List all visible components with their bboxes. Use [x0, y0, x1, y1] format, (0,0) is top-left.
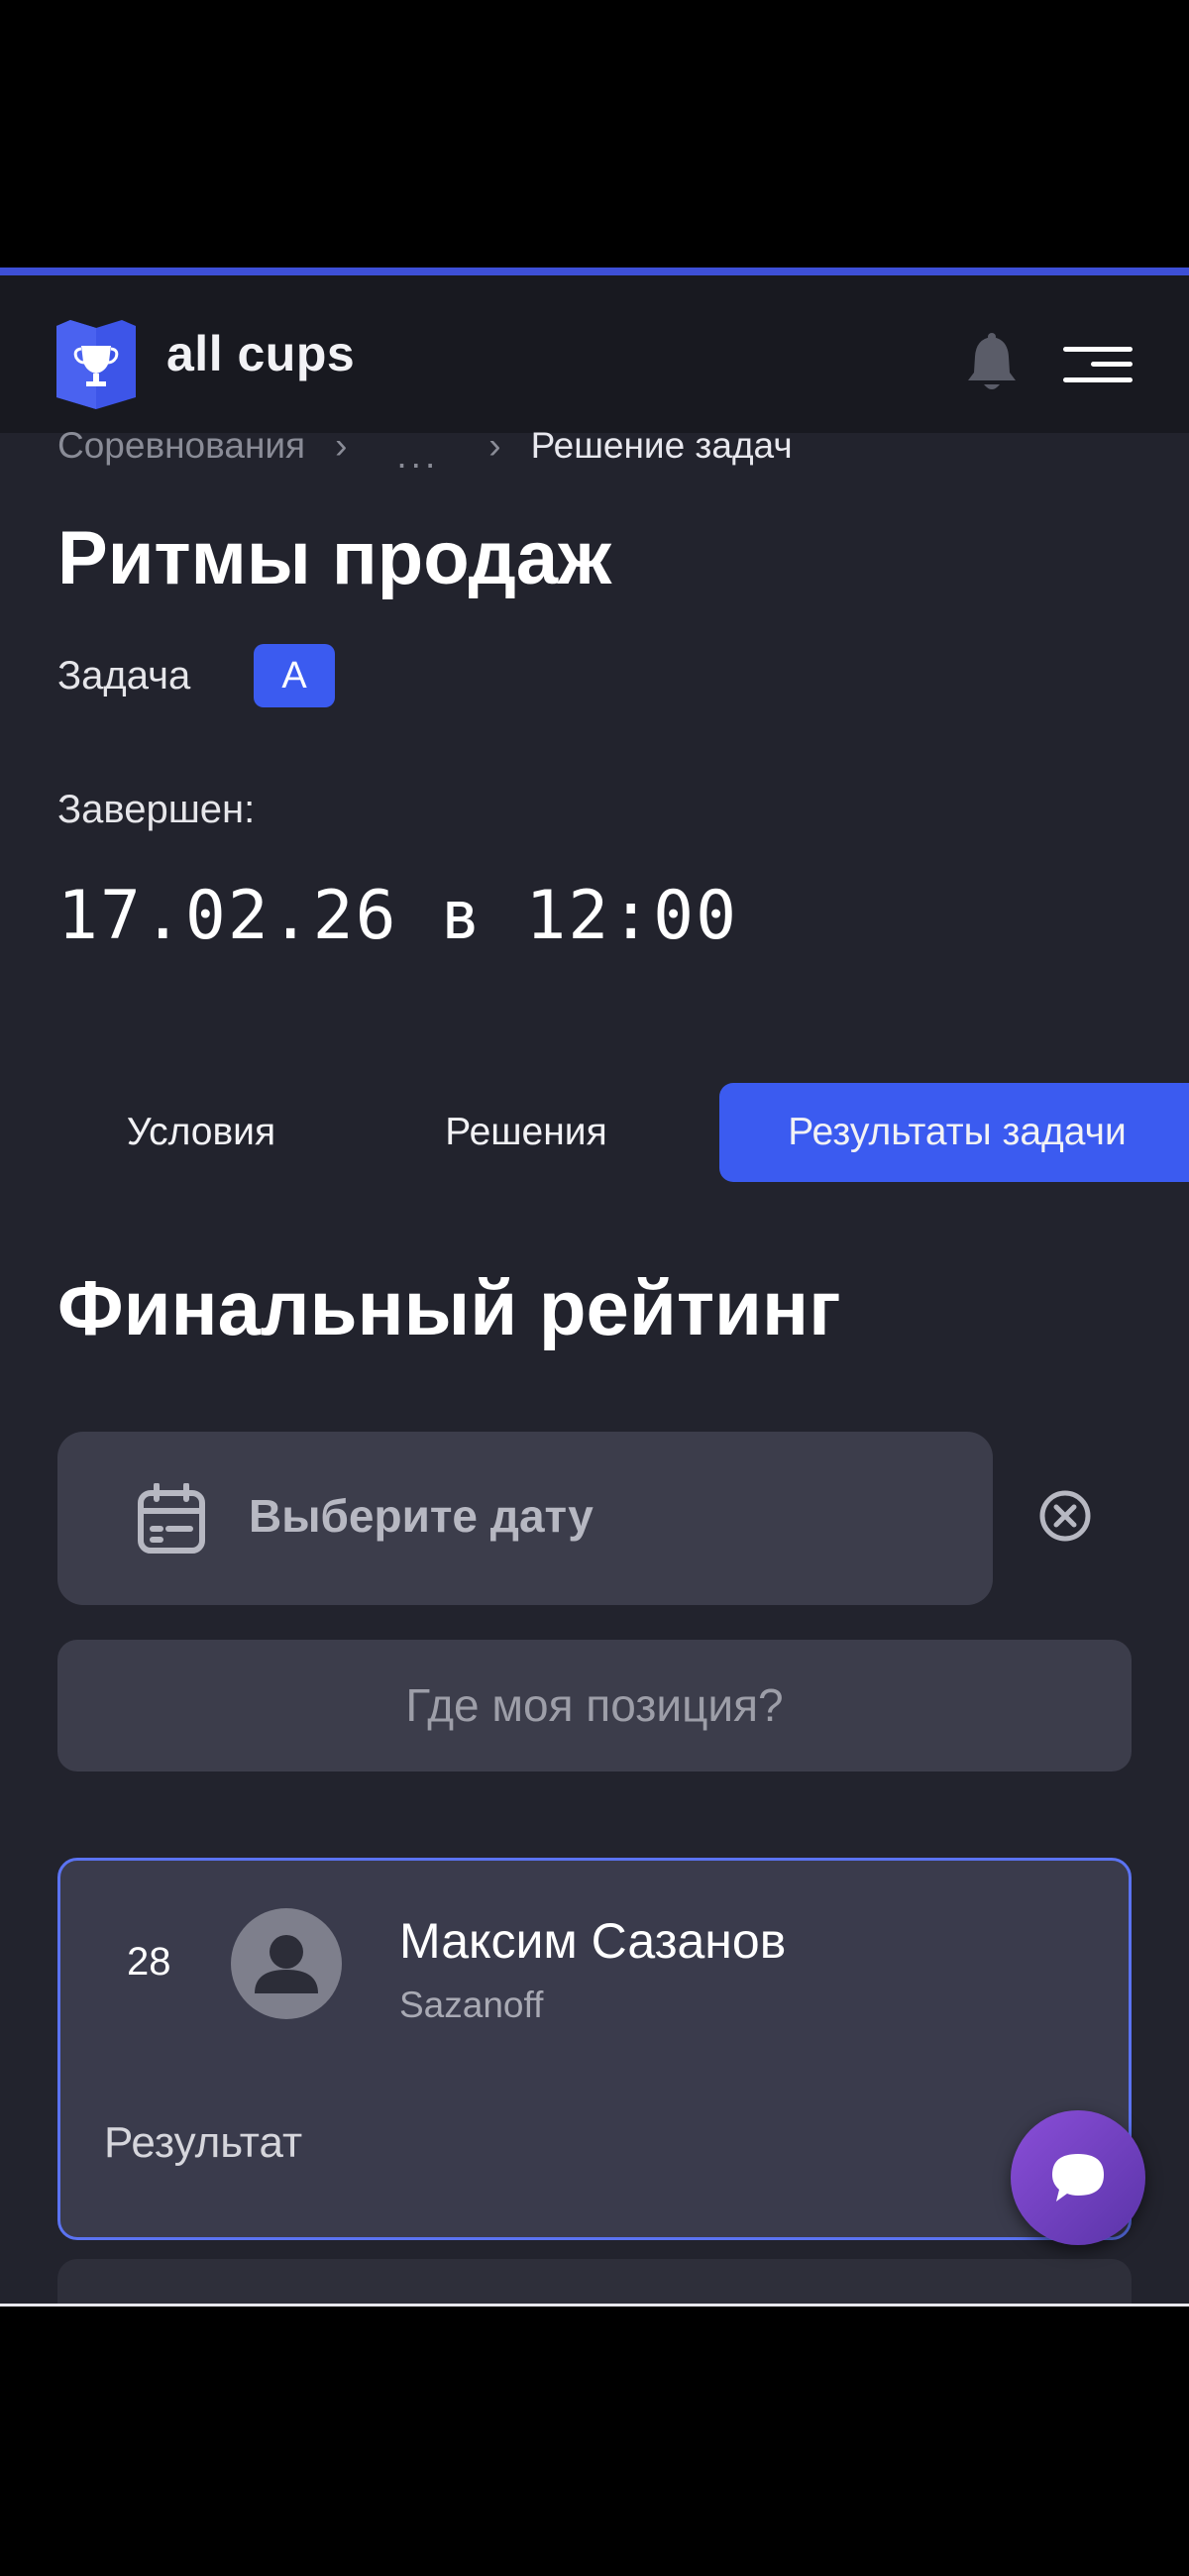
- date-picker[interactable]: Выберите дату: [57, 1432, 993, 1605]
- chevron-right-icon: ›: [335, 425, 348, 466]
- bottom-divider: [0, 2304, 1189, 2307]
- breadcrumb-item-competitions[interactable]: Соревнования: [57, 425, 305, 467]
- chat-icon: [1052, 2154, 1104, 2201]
- calendar-icon: [138, 1483, 205, 1554]
- avatar: [231, 1908, 342, 2019]
- tab-conditions[interactable]: Условия: [59, 1083, 343, 1182]
- top-bar: all cups: [0, 268, 1189, 433]
- breadcrumb-item-current[interactable]: Решение задач: [531, 425, 793, 467]
- clear-icon[interactable]: [1038, 1489, 1092, 1543]
- breadcrumb: Соревнования › ... › Решение задач: [57, 421, 793, 476]
- app-screen: all cups Соревнования › ... › Решение за…: [0, 268, 1189, 2304]
- task-badge: A: [254, 644, 335, 707]
- tab-solutions[interactable]: Решения: [375, 1083, 678, 1182]
- tab-results[interactable]: Результаты задачи: [719, 1083, 1189, 1182]
- breadcrumb-item-ellipsis[interactable]: ...: [396, 435, 439, 477]
- my-position-button[interactable]: Где моя позиция?: [57, 1640, 1132, 1771]
- task-label: Задача: [57, 654, 191, 698]
- bell-icon[interactable]: [966, 333, 1018, 394]
- chevron-right-icon: ›: [488, 425, 501, 466]
- chat-button[interactable]: [1011, 2110, 1145, 2245]
- user-avatar-icon: [255, 1935, 318, 1993]
- page-title: Ритмы продаж: [57, 516, 612, 600]
- trophy-logo-icon[interactable]: [56, 320, 136, 409]
- result-label: Результат: [104, 2118, 303, 2167]
- result-rank: 28: [127, 1940, 171, 1984]
- ended-label: Завершен:: [57, 788, 256, 831]
- date-placeholder: Выберите дату: [249, 1490, 594, 1542]
- player-name[interactable]: Максим Сазанов: [399, 1912, 786, 1970]
- section-title: Финальный рейтинг: [57, 1264, 841, 1351]
- result-card[interactable]: 28 Максим Сазанов Sazanoff Результат: [57, 1858, 1132, 2240]
- result-card-next[interactable]: [57, 2259, 1132, 2304]
- brand-name[interactable]: all cups: [166, 325, 355, 382]
- menu-icon[interactable]: [1063, 347, 1133, 382]
- ended-date: 17.02.26 в 12:00: [57, 877, 739, 955]
- player-login: Sazanoff: [399, 1985, 544, 2025]
